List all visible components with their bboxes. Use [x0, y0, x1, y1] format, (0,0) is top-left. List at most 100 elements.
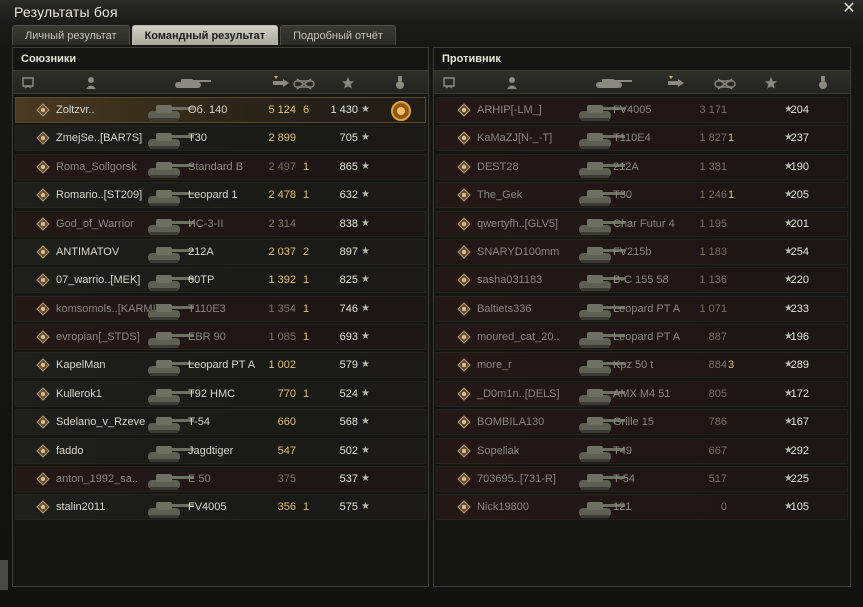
tank-name: FV4005 — [613, 104, 652, 116]
star-icon: ★ — [361, 132, 370, 144]
tank-name: FV215b — [613, 245, 652, 258]
player-row[interactable]: BOMBILA130 Grille 15 786 167 ★ — [436, 409, 848, 436]
player-name: Romario..[ST209] — [56, 189, 143, 202]
player-row[interactable]: Roma_Soligorsk Standard B 2 497 1 865 ★ — [15, 153, 426, 180]
player-row[interactable]: anton_1992_sa.. E 50 375 537 ★ — [15, 465, 426, 492]
star-icon: ★ — [784, 302, 793, 314]
squad-icon[interactable] — [21, 76, 35, 90]
experience-value: 693 — [339, 331, 358, 343]
tab-personal-result[interactable]: Личный результат — [12, 25, 130, 45]
tank-name: T110E4 — [613, 132, 651, 145]
player-row[interactable]: evropian[_STDS] EBR 90 1 085 1 693 ★ — [15, 324, 426, 350]
experience-value: 568 — [339, 416, 358, 429]
damage-value: 3 171 — [699, 104, 727, 116]
star-icon: ★ — [784, 444, 793, 456]
player-icon[interactable] — [506, 76, 518, 90]
player-row[interactable]: qwertyfh..[GLV5] Char Futur 41 195 201 ★ — [436, 210, 848, 237]
tank-name: 212A — [613, 160, 639, 173]
star-icon: ★ — [784, 245, 793, 257]
tank-name: Standard B — [188, 160, 244, 173]
player-row[interactable]: God_of_Warrior ИС-3-II 2 314 838 ★ — [15, 210, 426, 237]
rank-emblem-icon — [457, 188, 471, 202]
tab-team-result[interactable]: Командный результат — [131, 25, 279, 45]
enemies-header — [434, 70, 850, 94]
medal-icon[interactable] — [395, 76, 405, 90]
damage-value: 805 — [708, 387, 727, 400]
player-row[interactable]: Sdelano_v_Rzeve T-54 660 568 ★ — [15, 409, 426, 436]
player-name: Sopeliak — [477, 444, 520, 457]
player-row[interactable]: The_Gek T30 1 246 1 205 ★ — [436, 182, 848, 209]
player-row[interactable]: Nick19800 121 0 105 ★ — [436, 494, 848, 521]
player-row[interactable]: Baltiets336 Leopard PT A1 071 233 ★ — [436, 295, 848, 322]
close-icon[interactable]: ✕ — [841, 1, 857, 17]
player-row[interactable]: 703695..[731-R] T-54 517 225 ★ — [436, 465, 848, 492]
rank-emblem-icon — [457, 245, 471, 259]
experience-value: 1 430 — [330, 104, 358, 116]
experience-value: 579 — [339, 359, 358, 372]
allies-panel: Союзники Zoltzvr.. Об. 140 5 124 6 1 430 ★ Zme… — [12, 47, 429, 587]
player-row[interactable]: 07_warrio..[MEK] 60TP 1 392 1 825 ★ — [15, 267, 426, 294]
player-row[interactable]: komsomols..[KARMI] T110E3 1 354 1 746 ★ — [15, 295, 426, 322]
rank-emblem-icon — [457, 472, 471, 486]
rank-emblem-icon — [457, 273, 471, 287]
player-row[interactable]: Kullerok1 T92 HMC 770 1 524 ★ — [15, 380, 426, 407]
player-name: ANTIMATOV — [56, 245, 120, 258]
player-row[interactable]: KapelMan Leopard PT A 1 002 579 ★ — [15, 352, 426, 379]
star-icon: ★ — [361, 331, 370, 342]
player-row[interactable]: Romario..[ST209] Leopard 1 2 478 1 632 ★ — [15, 182, 426, 209]
star-icon: ★ — [361, 189, 370, 201]
experience-star-icon[interactable] — [764, 76, 778, 90]
player-row[interactable]: KaMaZJ[N-_-T] T110E4 1 827 1 237 ★ — [436, 125, 848, 152]
tank-name: T-54 — [188, 416, 211, 429]
player-row[interactable]: Sopeliak T49 667 292 ★ — [436, 437, 848, 464]
player-row[interactable]: ARHIP[-LM_] FV4005 3 171 204 ★ — [436, 97, 848, 123]
allies-list: Zoltzvr.. Об. 140 5 124 6 1 430 ★ ZmejSe..[BAR… — [15, 97, 426, 523]
player-row[interactable]: stalin2011 FV4005 356 1 575 ★ — [15, 494, 426, 521]
player-row[interactable]: moured_cat_20.. Leopard PT A 887 196 ★ — [436, 324, 848, 350]
experience-star-icon[interactable] — [341, 76, 355, 90]
tank-name: Leopard PT A — [613, 302, 681, 315]
damage-value: 1 392 — [268, 274, 296, 287]
player-row[interactable]: ANTIMATOV 212A 2 037 2 897 ★ — [15, 238, 426, 265]
damage-value: 2 497 — [268, 160, 296, 173]
player-row[interactable]: DEST28 212A 1 381 190 ★ — [436, 153, 848, 180]
tank-icon[interactable] — [171, 76, 213, 90]
player-icon[interactable] — [85, 76, 97, 90]
player-row[interactable]: ZmejSe..[BAR7S] T30 2 899 705 ★ — [15, 125, 426, 152]
player-name: stalin2011 — [56, 501, 106, 514]
tank-icon[interactable] — [592, 76, 634, 90]
tank-name: Leopard 1 — [188, 189, 238, 202]
player-row[interactable]: sasha031183 B-C 155 58 1 136 220 ★ — [436, 267, 848, 294]
star-icon: ★ — [361, 501, 370, 513]
kills-icon[interactable] — [712, 76, 740, 90]
rank-emblem-icon — [36, 358, 50, 373]
rank-emblem-icon — [36, 443, 50, 458]
player-row[interactable]: faddo Jagdtiger 547 502 ★ — [15, 437, 426, 464]
player-name: sasha031183 — [477, 274, 543, 287]
medal-award-icon[interactable] — [390, 100, 412, 122]
rank-emblem-icon — [36, 472, 50, 486]
player-row[interactable]: SNARYD100mm FV215b 1 183 254 ★ — [436, 238, 848, 265]
damage-icon[interactable] — [271, 76, 291, 90]
squad-icon[interactable] — [442, 76, 456, 90]
damage-value: 1 354 — [268, 302, 296, 315]
player-row[interactable]: _D0m1n..[DELS] AMX M4 51 805 172 ★ — [436, 380, 848, 407]
kills-icon[interactable] — [291, 76, 319, 90]
player-name: more_r — [477, 359, 512, 372]
medal-icon[interactable] — [818, 76, 828, 90]
rank-emblem-icon — [457, 131, 471, 146]
player-name: 07_warrio..[MEK] — [56, 274, 141, 287]
rank-emblem-icon — [457, 500, 471, 514]
player-row[interactable]: more_r Kpz 50 t 884 3 289 ★ — [436, 352, 848, 379]
damage-value: 1 381 — [699, 160, 727, 173]
scrollbar[interactable] — [0, 560, 8, 590]
star-icon: ★ — [361, 160, 370, 172]
player-name: qwertyfh..[GLV5] — [477, 217, 559, 230]
star-icon: ★ — [784, 387, 793, 399]
experience-value: 746 — [339, 302, 358, 315]
damage-icon[interactable] — [666, 76, 686, 90]
tab-detailed-report[interactable]: Подробный отчёт — [280, 25, 396, 45]
rank-emblem-icon — [457, 216, 471, 231]
star-icon: ★ — [361, 387, 370, 399]
player-row[interactable]: Zoltzvr.. Об. 140 5 124 6 1 430 ★ — [15, 97, 426, 123]
